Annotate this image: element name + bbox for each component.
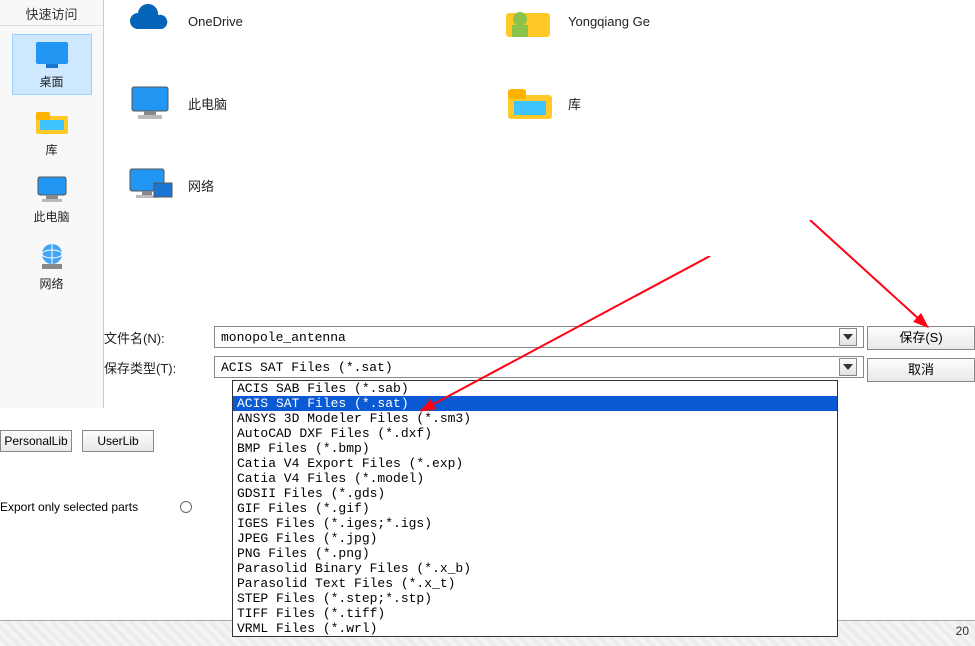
network-icon: [32, 241, 72, 273]
dropdown-button-icon[interactable]: [839, 358, 857, 376]
file-item-onedrive[interactable]: OneDrive: [124, 0, 344, 42]
places-sidebar: 快速访问 桌面 库 此电脑 网络: [0, 0, 104, 408]
user-lib-button[interactable]: UserLib: [82, 430, 154, 452]
filetype-value: ACIS SAT Files (*.sat): [221, 360, 393, 375]
filetype-option[interactable]: TIFF Files (*.tiff): [233, 606, 837, 621]
sidebar-item-desktop[interactable]: 桌面: [12, 34, 92, 95]
user-folder-icon: [504, 0, 556, 42]
filetype-dropdown-list[interactable]: ACIS SAB Files (*.sab)ACIS SAT Files (*.…: [232, 380, 838, 637]
dropdown-button-icon[interactable]: [839, 328, 857, 346]
sidebar-item-label: 桌面: [39, 73, 63, 90]
pc-icon: [124, 82, 176, 124]
sidebar-item-pc[interactable]: 此电脑: [12, 170, 92, 229]
filetype-option[interactable]: ACIS SAT Files (*.sat): [233, 396, 837, 411]
filetype-label: 保存类型(T):: [104, 358, 214, 377]
file-item-label: OneDrive: [188, 14, 243, 29]
filetype-option[interactable]: Catia V4 Files (*.model): [233, 471, 837, 486]
desktop-icon: [32, 39, 72, 71]
file-item-pc[interactable]: 此电脑: [124, 82, 344, 124]
library-icon: [504, 82, 556, 124]
file-item-user[interactable]: Yongqiang Ge: [504, 0, 724, 42]
file-item-label: 库: [568, 94, 581, 113]
file-item-label: 此电脑: [188, 94, 227, 113]
filename-input[interactable]: monopole_antenna: [214, 326, 864, 348]
filetype-combobox[interactable]: ACIS SAT Files (*.sat): [214, 356, 864, 378]
filename-value: monopole_antenna: [221, 330, 346, 345]
file-item-library[interactable]: 库: [504, 82, 724, 124]
filetype-option[interactable]: STEP Files (*.step;*.stp): [233, 591, 837, 606]
cancel-button[interactable]: 取消: [867, 358, 975, 382]
filetype-option[interactable]: PNG Files (*.png): [233, 546, 837, 561]
sidebar-item-label: 库: [45, 141, 57, 158]
export-only-selected-label: Export only selected parts: [0, 500, 138, 514]
dialog-buttons: 保存(S) 取消: [867, 326, 975, 382]
filetype-option[interactable]: IGES Files (*.iges;*.igs): [233, 516, 837, 531]
filetype-option[interactable]: ACIS SAB Files (*.sab): [233, 381, 837, 396]
export-options-row: Export only selected parts: [0, 500, 192, 514]
filetype-option[interactable]: VRML Files (*.wrl): [233, 621, 837, 636]
filetype-option[interactable]: Parasolid Binary Files (*.x_b): [233, 561, 837, 576]
filetype-option[interactable]: GDSII Files (*.gds): [233, 486, 837, 501]
save-button[interactable]: 保存(S): [867, 326, 975, 350]
cloud-icon: [124, 0, 176, 42]
filetype-option[interactable]: GIF Files (*.gif): [233, 501, 837, 516]
file-browser-area: OneDrive Yongqiang Ge 此电脑 库 网络: [104, 0, 844, 300]
filetype-option[interactable]: JPEG Files (*.jpg): [233, 531, 837, 546]
file-item-label: 网络: [188, 176, 214, 195]
filetype-option[interactable]: ANSYS 3D Modeler Files (*.sm3): [233, 411, 837, 426]
filetype-option[interactable]: Catia V4 Export Files (*.exp): [233, 456, 837, 471]
filetype-option[interactable]: Parasolid Text Files (*.x_t): [233, 576, 837, 591]
filename-label: 文件名(N):: [104, 328, 214, 347]
file-item-network[interactable]: 网络: [124, 164, 344, 206]
quick-access-header: 快速访问: [0, 0, 103, 26]
sidebar-item-library[interactable]: 库: [12, 103, 92, 162]
pc-icon: [32, 174, 72, 206]
personal-lib-button[interactable]: PersonalLib: [0, 430, 72, 452]
filetype-option[interactable]: BMP Files (*.bmp): [233, 441, 837, 456]
library-icon: [32, 107, 72, 139]
filetype-option[interactable]: AutoCAD DXF Files (*.dxf): [233, 426, 837, 441]
save-form: 文件名(N): monopole_antenna 保存类型(T): ACIS S…: [104, 326, 864, 386]
file-item-label: Yongqiang Ge: [568, 14, 650, 29]
sidebar-item-label: 网络: [39, 275, 63, 292]
sidebar-item-label: 此电脑: [33, 208, 69, 225]
library-buttons: PersonalLib UserLib: [0, 430, 154, 452]
export-radio[interactable]: [180, 501, 192, 513]
sidebar-item-network[interactable]: 网络: [12, 237, 92, 296]
zoom-value: 20: [956, 624, 969, 638]
network-pc-icon: [124, 164, 176, 206]
